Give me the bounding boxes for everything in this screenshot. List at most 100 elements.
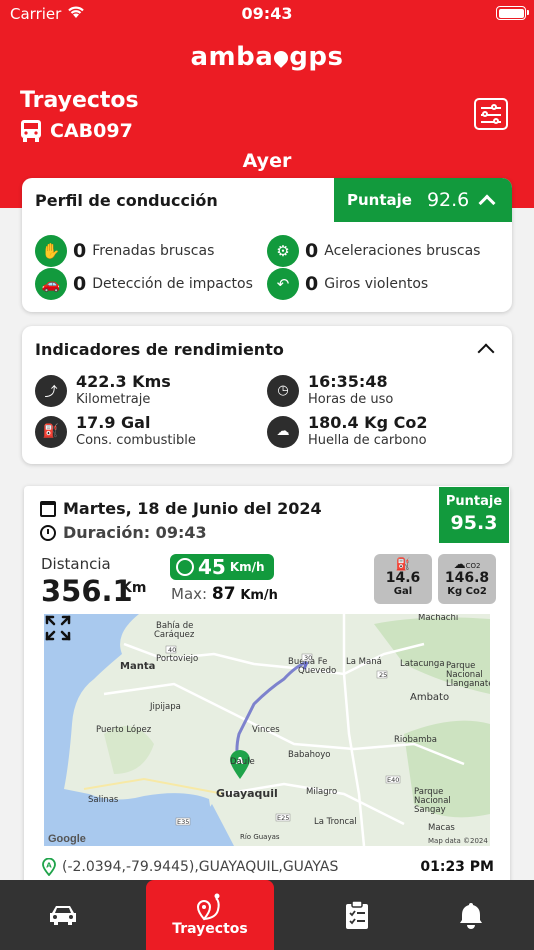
brake-icon: ✋ bbox=[35, 235, 67, 267]
distance-unit: Km bbox=[121, 580, 147, 596]
google-logo: Google bbox=[48, 833, 86, 845]
trip-date: Martes, 18 de Junio del 2024 bbox=[63, 499, 322, 518]
svg-text:Babahoyo: Babahoyo bbox=[288, 750, 330, 760]
clock-icon: ◷ bbox=[267, 374, 299, 407]
acceleration-icon: ⚙ bbox=[267, 235, 299, 267]
co2-cloud-icon: ☁ bbox=[267, 415, 299, 448]
pin-logo-icon bbox=[271, 47, 292, 68]
tab-reports[interactable] bbox=[322, 880, 392, 950]
driving-profile-card: Perfil de conducción Puntaje 92.6 ✋ 0 Fr… bbox=[22, 178, 512, 312]
trip-card[interactable]: Martes, 18 de Junio del 2024 Duración: 0… bbox=[24, 486, 510, 906]
svg-text:Sangay: Sangay bbox=[414, 805, 446, 815]
clock-icon bbox=[40, 524, 56, 541]
chevron-up-icon bbox=[478, 194, 496, 212]
usage-hours-metric: ◷ 16:35:48 Horas de uso bbox=[267, 373, 393, 408]
max-speed-unit: Km/h bbox=[240, 588, 278, 603]
vehicle-selector[interactable]: CAB097 bbox=[20, 119, 133, 143]
score-value: 92.6 bbox=[426, 189, 470, 211]
trip-map[interactable]: A Machachi Bahía de Caráquez Manta Porto… bbox=[44, 614, 490, 846]
amba-gps-logo: amba gps bbox=[190, 42, 344, 72]
tab-trips[interactable]: Trayectos bbox=[146, 880, 274, 950]
svg-text:Guayaquil: Guayaquil bbox=[216, 787, 278, 800]
trip-date-row: Martes, 18 de Junio del 2024 bbox=[40, 499, 322, 518]
svg-text:Milagro: Milagro bbox=[306, 787, 337, 797]
svg-text:Latacunga: Latacunga bbox=[400, 659, 445, 669]
metric-value: 422.3 Kms bbox=[76, 372, 171, 391]
trip-duration-row: Duración: 09:43 bbox=[40, 523, 207, 542]
battery-icon bbox=[496, 6, 529, 20]
impact-icon: 🚗 bbox=[35, 268, 67, 300]
bottom-tab-bar: Trayectos bbox=[0, 880, 534, 950]
tab-notifications[interactable] bbox=[436, 880, 506, 950]
svg-text:La Maná: La Maná bbox=[346, 657, 382, 667]
co2-chip-value: 146.8 bbox=[444, 570, 490, 586]
trip-score-label: Puntaje bbox=[445, 494, 503, 509]
svg-text:E40: E40 bbox=[387, 776, 399, 784]
svg-text:E35: E35 bbox=[177, 818, 189, 826]
filter-button[interactable] bbox=[474, 98, 508, 130]
average-speed-value: 45 bbox=[198, 555, 226, 579]
status-bar: Carrier 09:43 bbox=[0, 0, 534, 28]
metric-value: 17.9 Gal bbox=[76, 413, 151, 432]
selected-date: Ayer bbox=[242, 150, 292, 172]
metric-label: Kilometraje bbox=[76, 392, 151, 407]
metric-label: Frenadas bruscas bbox=[92, 243, 215, 259]
metric-count: 0 bbox=[73, 240, 87, 262]
co2-chip: ☁CO2 146.8 Kg Co2 bbox=[438, 554, 496, 604]
map-canvas: A Machachi Bahía de Caráquez Manta Porto… bbox=[44, 614, 490, 846]
svg-text:Daule: Daule bbox=[230, 757, 255, 767]
svg-text:Puerto López: Puerto López bbox=[96, 724, 152, 735]
svg-text:Portoviejo: Portoviejo bbox=[156, 654, 198, 664]
svg-text:Llanganates: Llanganates bbox=[446, 679, 490, 689]
tab-vehicles[interactable] bbox=[28, 880, 98, 950]
metric-label: Cons. combustible bbox=[76, 433, 196, 448]
average-speed-badge: 45 Km/h bbox=[170, 554, 274, 580]
fuel-pump-icon: ⛽ bbox=[395, 557, 411, 571]
metric-label: Aceleraciones bruscas bbox=[324, 243, 481, 259]
page-title: Trayectos bbox=[20, 88, 139, 113]
score-label: Puntaje bbox=[347, 191, 412, 209]
svg-text:Macas: Macas bbox=[428, 823, 455, 833]
fuel-chip-value: 14.6 bbox=[385, 570, 421, 586]
svg-text:25: 25 bbox=[379, 671, 387, 679]
clock-time: 09:43 bbox=[241, 4, 293, 23]
metric-value: 180.4 Kg Co2 bbox=[308, 413, 428, 432]
fuel-chip: ⛽ 14.6 Gal bbox=[374, 554, 432, 604]
svg-text:E25: E25 bbox=[277, 814, 289, 822]
trip-duration: Duración: 09:43 bbox=[63, 523, 207, 542]
max-speed-label: Max: bbox=[171, 585, 208, 603]
svg-text:30: 30 bbox=[304, 654, 312, 662]
vehicle-plate: CAB097 bbox=[50, 120, 133, 142]
fuel-consumption-metric: ⛽ 17.9 Gal Cons. combustible bbox=[35, 414, 196, 449]
route-icon: ⤴ bbox=[35, 374, 67, 407]
clipboard-icon bbox=[346, 900, 368, 929]
hard-acceleration-metric: ⚙ 0 Aceleraciones bruscas bbox=[267, 235, 480, 267]
metric-label: Huella de carbono bbox=[308, 433, 427, 448]
truck-icon bbox=[21, 120, 41, 142]
co2-cloud-icon: ☁CO2 bbox=[453, 557, 481, 571]
speedometer-icon bbox=[176, 558, 194, 576]
tab-trips-label: Trayectos bbox=[172, 921, 248, 937]
car-icon bbox=[50, 906, 76, 925]
metric-count: 0 bbox=[73, 273, 87, 295]
collapse-chevron-icon[interactable] bbox=[477, 343, 495, 361]
metric-value: 16:35:48 bbox=[308, 372, 388, 391]
start-location-row: A (-2.0394,-79.9445),GUAYAQUIL,GUAYAS 01… bbox=[42, 858, 494, 876]
max-speed-value: 87 bbox=[211, 584, 236, 604]
max-speed: Max: 87 Km/h bbox=[171, 584, 278, 604]
fuel-chip-unit: Gal bbox=[393, 586, 413, 597]
expand-map-icon[interactable] bbox=[44, 614, 72, 642]
svg-text:La Troncal: La Troncal bbox=[314, 817, 357, 827]
start-time: 01:23 PM bbox=[420, 859, 494, 875]
map-credit: Map data ©2024 bbox=[428, 837, 488, 845]
distance-label: Distancia bbox=[41, 555, 111, 573]
trip-score-value: 95.3 bbox=[450, 512, 498, 534]
driving-score-toggle[interactable]: Puntaje 92.6 bbox=[334, 178, 512, 222]
svg-text:Jipijapa: Jipijapa bbox=[149, 702, 181, 712]
impact-detection-metric: 🚗 0 Detección de impactos bbox=[35, 268, 253, 300]
co2-chip-unit: Kg Co2 bbox=[447, 586, 487, 597]
svg-text:A: A bbox=[46, 862, 52, 870]
performance-title: Indicadores de rendimiento bbox=[35, 340, 284, 359]
metric-count: 0 bbox=[305, 273, 319, 295]
sharp-turns-metric: ↶ 0 Giros violentos bbox=[267, 268, 428, 300]
